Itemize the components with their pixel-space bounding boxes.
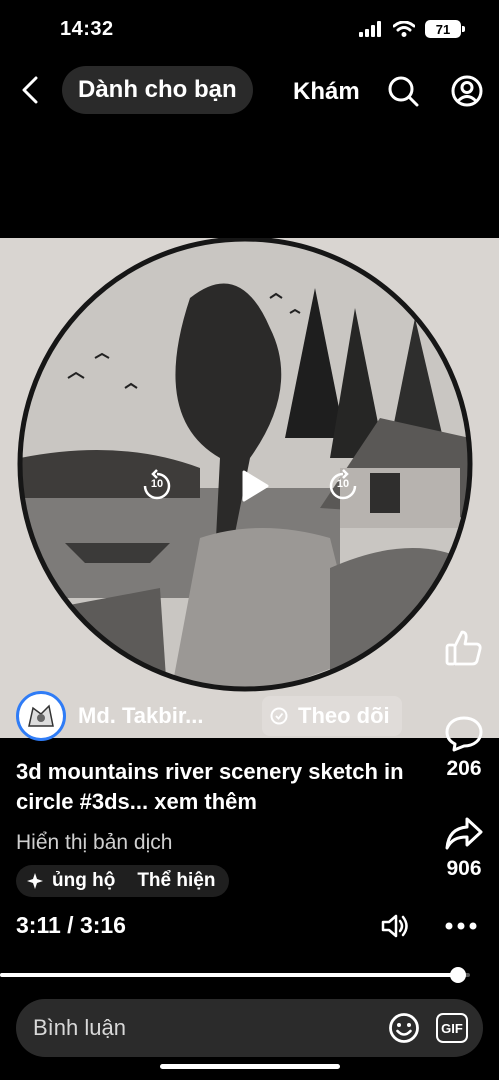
progress-knob[interactable] [449, 967, 466, 983]
comment-icon [445, 716, 483, 752]
support-chips[interactable]: ủng hộ Thể hiện [16, 865, 230, 897]
progress-bar[interactable] [0, 967, 470, 983]
play-icon [242, 470, 269, 502]
signal-icon [359, 21, 381, 37]
thumbs-up-icon [445, 630, 482, 666]
see-more-link[interactable]: xem thêm [154, 789, 257, 814]
follow-icon [270, 707, 288, 725]
battery-icon: 71 [425, 20, 465, 38]
avatar[interactable] [16, 691, 66, 741]
tab-explore[interactable]: Khám [293, 78, 367, 106]
smiley-icon [389, 1013, 419, 1043]
emoji-button[interactable] [388, 1012, 420, 1044]
comment-button[interactable]: 206 [429, 715, 499, 781]
avatar-image [21, 696, 61, 736]
rewind-seconds: 10 [150, 478, 164, 490]
playback-controls: 10 10 [140, 463, 360, 513]
current-time: 3:11 [16, 912, 61, 938]
sparkle-icon [27, 873, 43, 889]
comment-count: 206 [446, 757, 482, 780]
status-bar: 14:32 71 [0, 0, 499, 60]
forward-seconds: 10 [336, 478, 350, 490]
profile-icon [451, 75, 483, 107]
author-row: Md. Takbir... Theo dõi [16, 690, 402, 742]
share-button[interactable]: 906 [429, 815, 499, 881]
home-indicator [160, 1064, 340, 1069]
play-button[interactable] [232, 463, 278, 509]
comment-bar[interactable]: Bình luận GIF [16, 999, 483, 1057]
status-icons: 71 [359, 20, 465, 38]
volume-button[interactable] [380, 912, 410, 940]
tab-for-you[interactable]: Dành cho bạn [62, 66, 253, 114]
time-display: 3:11 / 3:16 [16, 912, 126, 939]
like-button[interactable] [429, 628, 499, 668]
rewind-button[interactable]: 10 [140, 469, 174, 503]
express-chip: Thể hiện [137, 870, 216, 891]
more-icon [445, 922, 477, 930]
profile-button[interactable] [450, 74, 484, 108]
post-title[interactable]: 3d mountains river scenery sketch in cir… [16, 757, 426, 817]
top-nav: Dành cho bạn Khám [0, 64, 499, 116]
follow-button[interactable]: Theo dõi [262, 696, 402, 736]
gif-button[interactable]: GIF [436, 1013, 468, 1043]
search-button[interactable] [386, 74, 420, 108]
wifi-icon [393, 21, 415, 37]
progress-fill [0, 973, 458, 977]
back-button[interactable] [14, 74, 46, 106]
comment-input[interactable]: Bình luận [33, 1015, 126, 1041]
more-options-button[interactable] [444, 915, 478, 937]
search-icon [388, 76, 419, 107]
volume-icon [381, 914, 408, 938]
share-icon [445, 817, 483, 850]
follow-label: Theo dõi [298, 703, 390, 728]
show-translation-link[interactable]: Hiển thị bản dịch [16, 831, 172, 855]
duration: 3:16 [79, 912, 126, 938]
forward-button[interactable]: 10 [326, 469, 360, 503]
support-chip: ủng hộ [52, 870, 116, 891]
status-time: 14:32 [60, 18, 114, 40]
video-player[interactable]: 10 10 [0, 238, 499, 738]
share-count: 906 [446, 857, 482, 880]
time-separator: / [67, 912, 74, 938]
chevron-left-icon [22, 76, 38, 104]
author-name[interactable]: Md. Takbir... [78, 703, 248, 729]
